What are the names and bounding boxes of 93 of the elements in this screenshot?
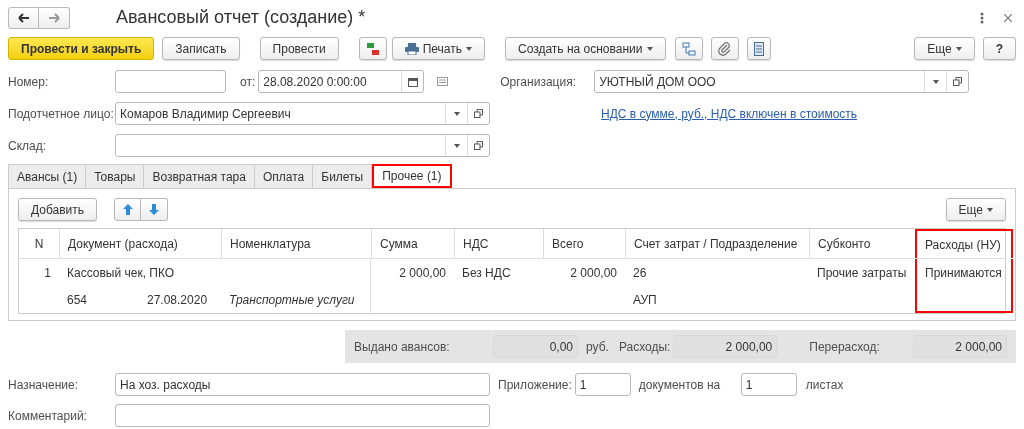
field-label: Перерасход: [809,338,881,356]
tab[interactable]: Авансы (1) [8,164,87,188]
warehouse-field[interactable] [115,134,490,157]
tab[interactable]: Билеты [313,164,373,188]
vat-link[interactable]: НДС в сумме, руб., НДС включен в стоимость [601,104,858,123]
save-button[interactable]: Записать [162,37,240,60]
table-cell-text: Прочие затраты [816,264,908,282]
arrow-down-icon [149,204,160,215]
document-icon[interactable] [437,77,449,86]
debit-credit-icon [365,41,380,56]
field-label: от: [240,73,256,91]
post-button[interactable]: Провести [259,37,339,60]
table-cell-text: 654 [66,291,89,309]
accountable-person-field[interactable]: Комаров Владимир Сергеевич [115,102,490,125]
table-cell-text: 2 000,00 [569,264,618,282]
field-label: документов на [638,376,722,394]
help-button[interactable]: ? [982,37,1016,60]
table-cell-text: Кассовый чек, ПКО [66,264,176,282]
move-up-button[interactable] [114,198,142,221]
caret-icon [453,111,460,116]
field-label: Приложение: [498,376,572,394]
print-button[interactable]: Печать [391,37,485,60]
arrow-up-icon [122,204,133,215]
calendar-icon [407,76,418,87]
date-field[interactable]: 28.08.2020 0:00:00 [258,70,425,93]
column-header: Номенклатура [221,229,371,258]
more-button[interactable]: Еще [914,37,975,60]
table-cell-text: 26 [632,264,648,282]
column-header: Сумма [371,229,454,258]
printer-icon [404,42,419,55]
overspend-amount-field: 2 000,00 [912,335,1007,358]
caret-icon [932,79,939,84]
column-header: Расходы (НУ) [915,229,1013,258]
column-header: НДС [454,229,543,258]
table-cell: Транспортные услуги [221,286,371,313]
attachment-count-field[interactable]: 1 [574,373,631,396]
field-label: листах [805,376,844,394]
tab[interactable]: Товары [86,164,145,188]
document-icon [753,41,764,56]
column-header: Счет затрат / Подразделение [625,229,809,258]
hierarchy-icon [681,41,696,56]
open-window-icon [953,77,963,86]
table-cell: Принимаются [915,259,1013,286]
attach-button[interactable] [710,37,739,60]
arrow-right-icon [48,12,60,23]
organization-field[interactable]: УЮТНЫЙ ДОМ ООО [594,70,970,93]
caret-icon [453,143,460,148]
back-button[interactable] [8,6,39,29]
arrow-left-icon [17,12,30,23]
column-header: Субконто [809,229,915,258]
add-button[interactable]: Добавить [18,198,98,221]
field-label: Назначение: [8,376,79,394]
create-based-on-button[interactable]: Создать на основании [505,37,666,60]
field-label: Выдано авансов: [354,338,451,356]
field-label: Расходы: [618,338,672,356]
table-cell-text: 27.08.2020 [146,291,209,309]
tab[interactable]: Оплата [254,164,314,188]
caret-icon [987,207,993,212]
table-cell-text: АУП [632,291,658,309]
expenses-amount-field: 2 000,00 [673,335,778,358]
field-label: Комментарий: [8,407,88,425]
purpose-field[interactable]: На хоз. расходы [115,373,490,396]
window-title: Авансовый отчет (создание) * [116,6,366,29]
comment-field[interactable] [115,404,490,427]
tab[interactable]: Прочее (1) [372,164,452,188]
more-button[interactable]: Еще [945,198,1006,221]
issued-amount-field: 0,00 [492,335,579,358]
more-vertical-icon[interactable] [980,11,984,24]
number-field[interactable] [115,70,226,93]
table-cell-text: 1 [43,264,52,282]
field-label: Склад: [8,137,48,155]
caret-icon [466,46,472,51]
caret-icon [646,46,653,51]
list-button[interactable] [746,37,771,60]
field-label: Организация: [500,73,577,91]
field-label: Подотчетное лицо: [8,105,115,123]
debit-credit-button[interactable] [358,37,387,60]
column-header: Документ (расхода) [59,229,221,258]
close-icon[interactable] [1004,13,1012,22]
table-cell-text: 2 000,00 [398,264,447,282]
open-window-icon [474,141,483,150]
column-header: Всего [543,229,625,258]
open-window-icon [474,109,483,118]
field-label: Номер: [8,73,50,91]
column-header: N [33,235,45,253]
currency-label: руб. [586,338,609,356]
sheets-count-field[interactable]: 1 [740,373,797,396]
tab[interactable]: Возвратная тара [144,164,255,188]
move-down-button[interactable] [141,198,169,221]
table-cell-text: Без НДС [461,264,512,282]
caret-icon [955,46,962,51]
post-and-close-button[interactable]: Провести и закрыть [8,37,155,60]
paperclip-icon [717,41,732,56]
